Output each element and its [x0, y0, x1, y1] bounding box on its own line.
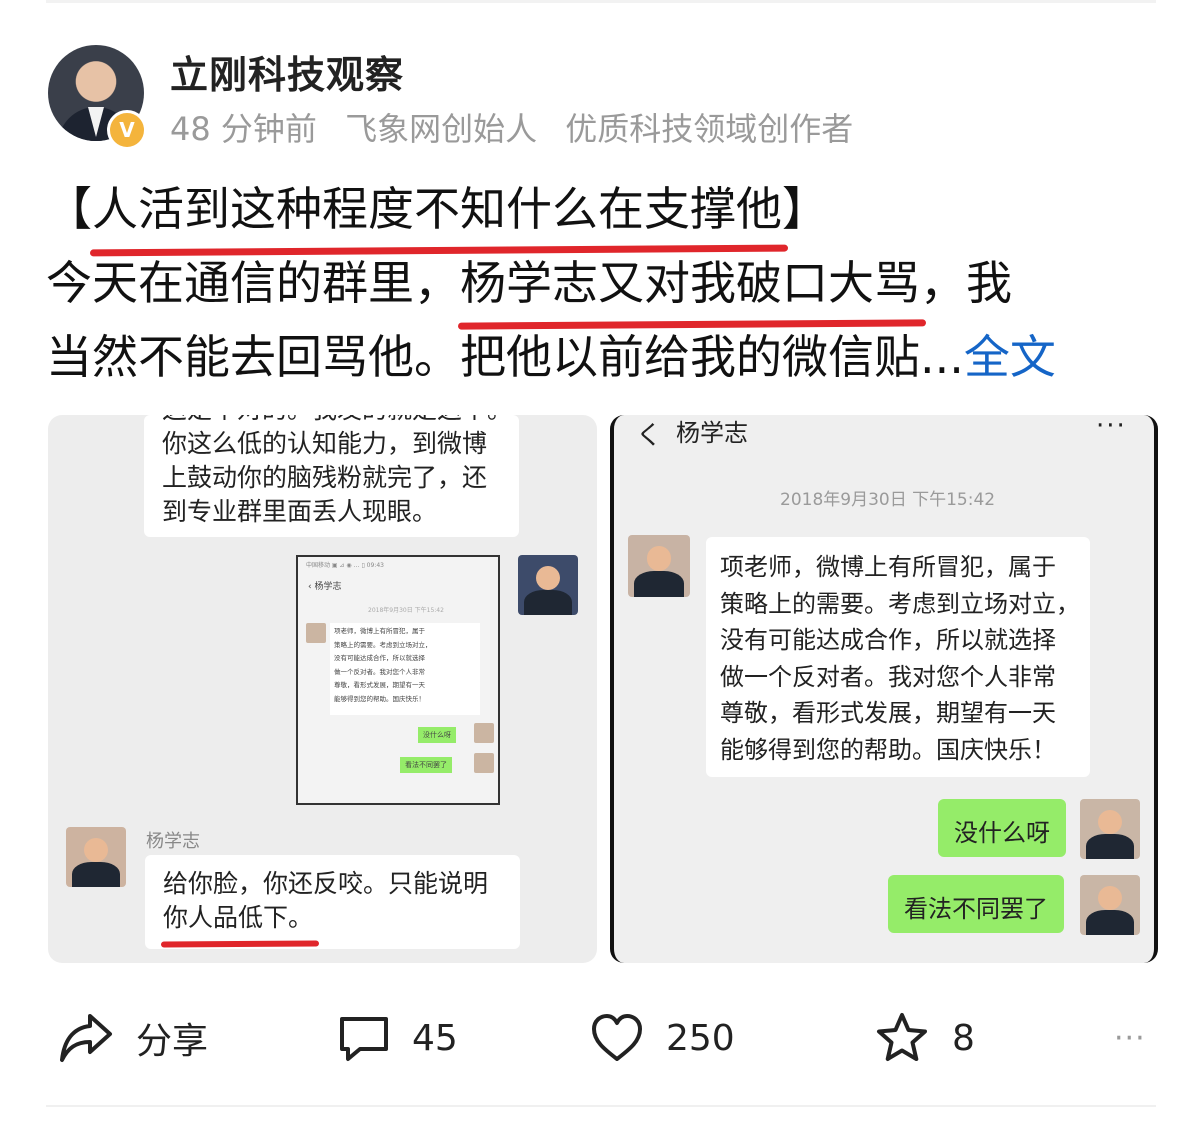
reply-bubble-2: 看法不同罢了 [888, 875, 1064, 933]
heart-icon [592, 1014, 642, 1061]
post-time: 48 分钟前 [170, 110, 317, 148]
bubble-line: 给你脸，你还反咬。只能说明 [163, 869, 489, 898]
mini-reply-2: 看法不同罢了 [400, 757, 452, 773]
chat-date: 2018年9月30日 下午15:42 [780, 490, 996, 510]
bubble-line: 上鼓动你的脑残粉就完了，还 [162, 463, 488, 492]
like-count: 250 [666, 1017, 735, 1059]
mini-reply-1: 没什么呀 [418, 727, 456, 743]
mini-avatar [474, 723, 494, 743]
bubble-line-highlight: 你人品低下。 [163, 901, 313, 935]
chat-avatar [518, 555, 578, 615]
comment-button[interactable]: 45 [338, 1000, 458, 1076]
post-line-3: 当然不能去回骂他。把他以前给我的微信贴...全文 [46, 320, 1156, 394]
post-meta: 48 分钟前 飞象网创始人 优质科技领域创作者 [170, 104, 871, 150]
more-options-icon[interactable]: ··· [1114, 1000, 1146, 1076]
sender-name: 杨学志 [146, 831, 200, 852]
post-body: 【人活到这种程度不知什么在支撑他】 今天在通信的群里，杨学志又对我破口大骂，我 … [46, 172, 1156, 394]
chat-message: 项老师，微博上有所冒犯，属于 策略上的需要。考虑到立场对立， 没有可能达成合作，所以… [706, 537, 1090, 777]
author-title: 飞象网创始人 [345, 110, 538, 148]
comment-count: 45 [412, 1017, 458, 1059]
top-divider [46, 0, 1156, 3]
reply-bubble-1: 没什么呀 [938, 799, 1066, 857]
share-label: 分享 [136, 1021, 209, 1062]
bubble-line: 到专业群里面丢人现眼。 [162, 497, 438, 526]
chat-bubble-top: 这是个对的。我发的就是这个。 你这么低的认知能力，到微博 上鼓动你的脑残粉就完了… [144, 415, 519, 537]
mini-chat-title: ‹ 杨学志 [308, 582, 342, 592]
author-label: 优质科技领域创作者 [565, 110, 854, 148]
bubble-line: 你这么低的认知能力，到微博 [162, 429, 488, 458]
action-bar: 分享 45 250 8 ··· [0, 1000, 1182, 1076]
line2-end: ，我 [920, 256, 1012, 310]
favorite-button[interactable]: 8 [874, 1000, 975, 1076]
line2-highlight: 杨学志又对我破口大骂 [460, 246, 920, 320]
mini-status-bar: 中国移动 ▣ ⊿ ◉ … ▯ 09:43 [306, 562, 384, 569]
star-icon [877, 1013, 927, 1061]
share-icon [60, 1014, 112, 1062]
comment-icon [340, 1017, 388, 1061]
mini-message: 项老师，微博上有所冒犯，属于 策略上的需要。考虑到立场对立， 没有可能达成合作，所以… [330, 623, 480, 715]
chat-title: 杨学志 [676, 419, 748, 447]
line3-text: 当然不能去回骂他。把他以前给我的微信贴... [46, 330, 964, 384]
expand-full-text-link[interactable]: 全文 [964, 330, 1056, 384]
embedded-screenshot: 中国移动 ▣ ⊿ ◉ … ▯ 09:43 ‹ 杨学志 2018年9月30日 下午… [296, 555, 500, 805]
mini-avatar [306, 623, 326, 643]
verified-badge-icon: V [107, 110, 147, 150]
mini-avatar [474, 753, 494, 773]
sender-avatar [66, 827, 126, 887]
post-line-2: 今天在通信的群里，杨学志又对我破口大骂，我 [46, 246, 1156, 320]
share-button[interactable]: 分享 [58, 1000, 208, 1076]
more-dots-icon: ··· [1096, 415, 1127, 441]
post-image-2[interactable]: く 杨学志 ··· 2018年9月30日 下午15:42 项老师，微博上有所冒犯… [610, 415, 1158, 963]
reply-avatar [1080, 875, 1140, 935]
favorite-count: 8 [952, 1017, 975, 1059]
like-button[interactable]: 250 [590, 1000, 735, 1076]
title-highlight: 人活到这种程度不知什么在支撑他 [92, 172, 782, 246]
author-name[interactable]: 立刚科技观察 [170, 44, 404, 99]
chat-bubble-bottom: 给你脸，你还反咬。只能说明 你人品低下。 [145, 855, 520, 949]
post-image-1[interactable]: 这是个对的。我发的就是这个。 你这么低的认知能力，到微博 上鼓动你的脑残粉就完了… [48, 415, 597, 963]
reply-avatar [1080, 799, 1140, 859]
back-chevron-icon: く [636, 421, 663, 451]
post-title-line: 【人活到这种程度不知什么在支撑他】 [46, 172, 1156, 246]
sender-avatar [628, 535, 690, 597]
bottom-divider [46, 1105, 1156, 1107]
mini-date: 2018年9月30日 下午15:42 [368, 607, 444, 614]
cut-off-text: 这是个对的。我发的就是这个。 [162, 415, 512, 427]
line2-start: 今天在通信的群里， [46, 256, 460, 310]
